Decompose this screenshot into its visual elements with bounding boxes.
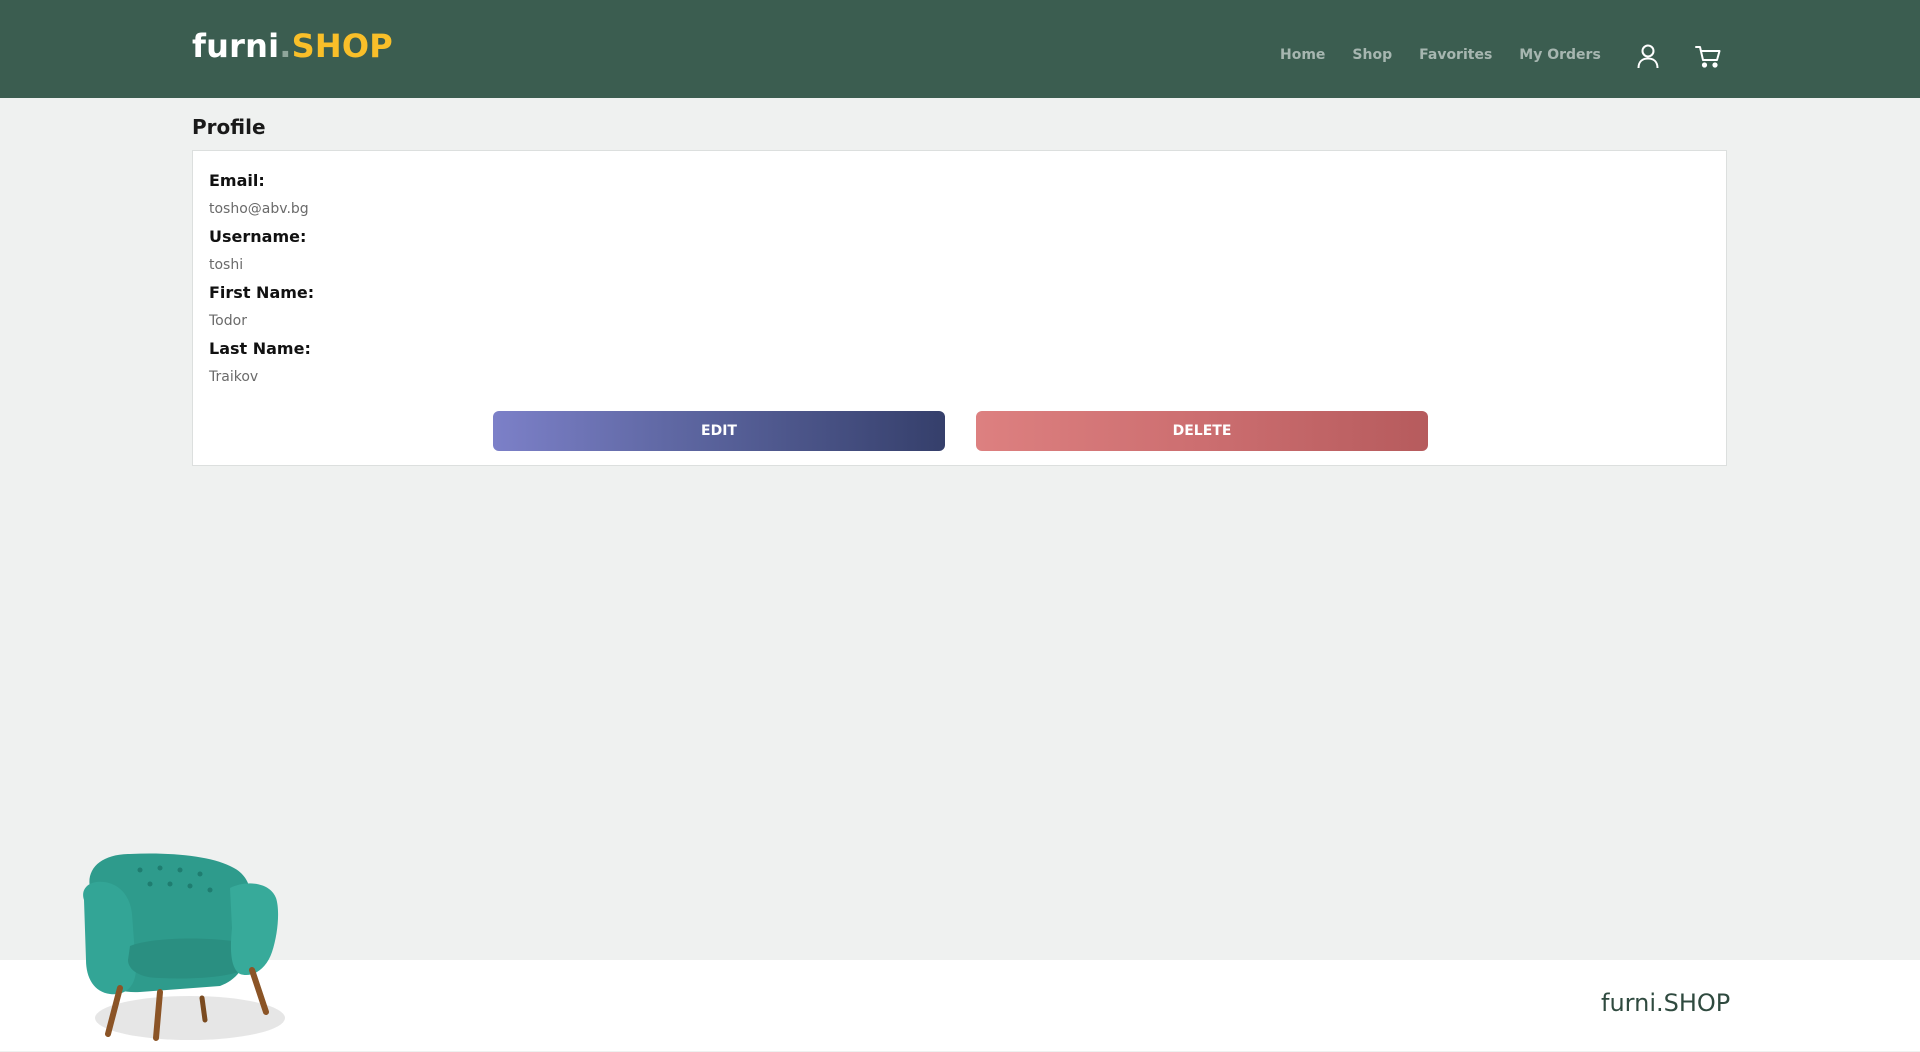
armchair-image [80, 848, 320, 1048]
footer-logo[interactable]: furni.SHOP [1601, 988, 1730, 1018]
first-name-label: First Name: [209, 283, 315, 302]
nav-link-home[interactable]: Home [1280, 44, 1325, 66]
logo-dot: . [279, 27, 292, 65]
nav-link-favorites[interactable]: Favorites [1419, 44, 1492, 66]
nav-link-my-orders[interactable]: My Orders [1519, 44, 1601, 66]
username-label: Username: [209, 227, 307, 246]
email-label: Email: [209, 171, 265, 190]
cart-icon[interactable] [1694, 42, 1722, 70]
profile-card: Email: tosho@abv.bg Username: toshi Firs… [192, 150, 1727, 466]
first-name-value: Todor [209, 313, 247, 329]
logo-text-furni: furni [192, 27, 280, 65]
email-value: tosho@abv.bg [209, 201, 309, 217]
user-icon[interactable] [1634, 42, 1662, 70]
edit-button[interactable]: EDIT [493, 411, 945, 451]
username-value: toshi [209, 257, 244, 273]
page-title: Profile [192, 115, 266, 139]
navbar: furni.SHOP Home Shop Favorites My Orders [0, 0, 1920, 98]
brand-logo[interactable]: furni.SHOP [192, 26, 393, 66]
main-nav: Home Shop Favorites My Orders [1280, 44, 1601, 66]
delete-button[interactable]: DELETE [976, 411, 1428, 451]
nav-link-shop[interactable]: Shop [1352, 44, 1392, 66]
last-name-label: Last Name: [209, 339, 311, 358]
logo-text-shop: SHOP [291, 27, 393, 65]
last-name-value: Traikov [209, 369, 259, 385]
